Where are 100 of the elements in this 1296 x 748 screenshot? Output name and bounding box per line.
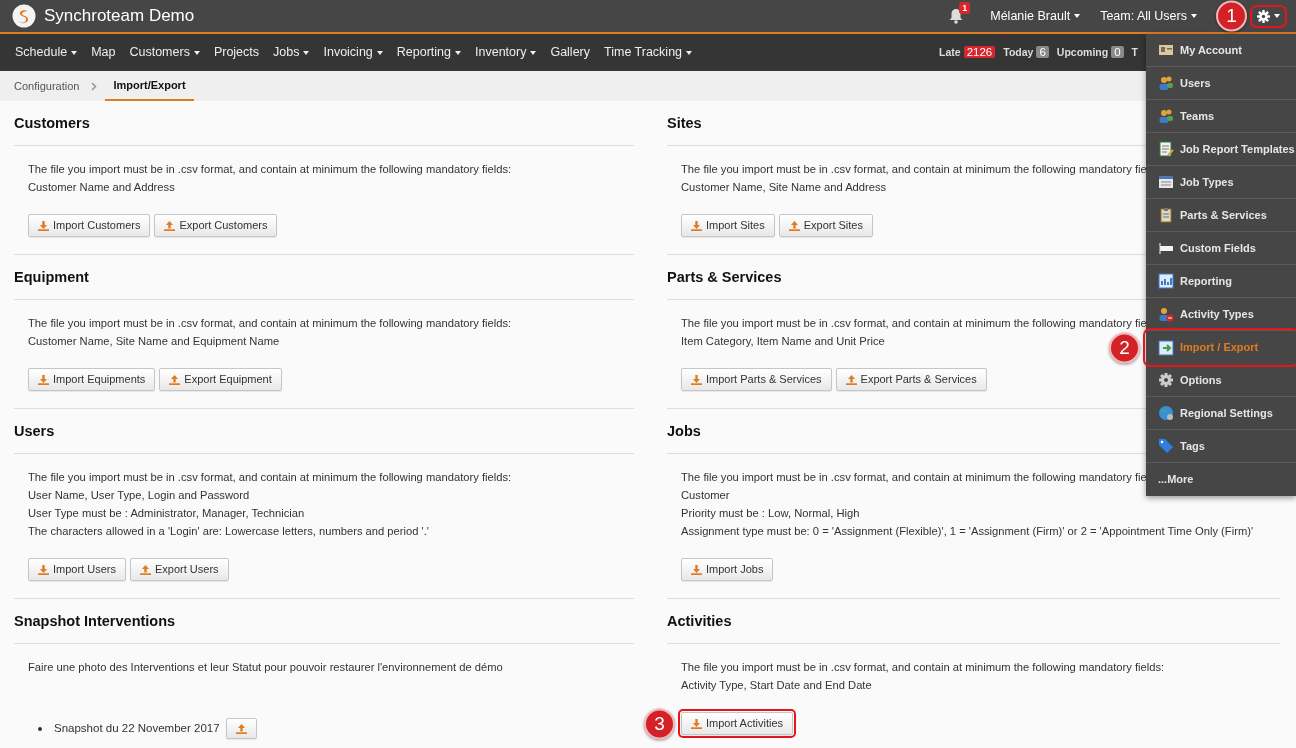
- settings-icon: [1158, 372, 1174, 388]
- instruction-text: The file you import must be in .csv format, and contain at minimum the following mandatory fie: [681, 316, 1147, 331]
- counter-label[interactable]: T: [1131, 44, 1138, 61]
- user-menu[interactable]: Mélanie Brault: [990, 6, 1081, 26]
- upload-icon: [235, 723, 247, 734]
- download-icon: [38, 220, 49, 231]
- count-badge: 6: [1036, 45, 1049, 58]
- nav-link[interactable]: Projects: [206, 43, 267, 62]
- globe-icon: [1158, 405, 1174, 421]
- section-title: Equipment: [14, 255, 634, 300]
- import-button[interactable]: Import Equipments: [28, 368, 156, 391]
- menu-item[interactable]: Custom Fields: [1146, 232, 1296, 265]
- import-button[interactable]: Import Activities: [681, 712, 794, 735]
- menu-item[interactable]: My Account: [1146, 34, 1296, 67]
- upload-icon: [169, 374, 181, 385]
- settings-icon: [1257, 9, 1270, 23]
- nav-link[interactable]: Reporting: [389, 43, 468, 62]
- instruction-text: The file you import must be in .csv format, and contain at minimum the following mandatory fields:: [681, 660, 1165, 675]
- nav-link[interactable]: Time Tracking: [597, 43, 700, 62]
- menu-item[interactable]: Tags: [1146, 430, 1296, 463]
- instruction-text: User Name, User Type, Login and Password: [28, 488, 250, 503]
- instruction-text: Activity Type, Start Date and End Date: [681, 678, 872, 693]
- import-button[interactable]: Import Parts & Services: [681, 368, 832, 391]
- instruction-text: The file you import must be in .csv format, and contain at minimum the following mandatory fields:: [28, 162, 512, 177]
- export-button[interactable]: Export Equipment: [159, 368, 282, 391]
- nav-link[interactable]: Schedule: [8, 43, 85, 62]
- counter-link[interactable]: Late 2126: [939, 43, 996, 62]
- logo-icon: [12, 4, 36, 28]
- app-title: Synchroteam Demo: [44, 5, 195, 28]
- instruction-text: The file you import must be in .csv format, and contain at minimum the following mandatory fie: [681, 470, 1147, 485]
- menu-item[interactable]: Users: [1146, 67, 1296, 100]
- menu-item[interactable]: Job Report Templates: [1146, 133, 1296, 166]
- menu-item[interactable]: ...More: [1146, 463, 1296, 496]
- notification-count: 1: [959, 2, 971, 14]
- counter-link[interactable]: Today 6: [1003, 43, 1049, 62]
- restore-button[interactable]: [225, 718, 257, 739]
- breadcrumb-link[interactable]: Configuration: [14, 71, 88, 101]
- snapshot-label: Snapshot du 22 November 2017: [54, 720, 220, 736]
- instruction-text: Customer Name, Site Name and Equipment Name: [28, 334, 280, 349]
- types-icon: [1158, 174, 1174, 190]
- export-button[interactable]: Export Customers: [154, 214, 278, 237]
- menu-item[interactable]: Teams: [1146, 100, 1296, 133]
- template-icon: [1158, 141, 1174, 157]
- nav-link[interactable]: Map: [84, 43, 123, 62]
- instruction-text: Customer Name and Address: [28, 180, 175, 195]
- field-icon: [1158, 240, 1174, 256]
- instruction-text: Item Category, Item Name and Unit Price: [681, 334, 885, 349]
- import-button[interactable]: Import Jobs: [681, 558, 774, 581]
- count-badge: 0: [1111, 45, 1124, 58]
- menu-item[interactable]: Reporting: [1146, 265, 1296, 298]
- import-icon: [1158, 339, 1174, 356]
- section-title: Snapshot Interventions: [14, 599, 634, 644]
- instruction-text: Customer: [681, 488, 730, 503]
- import-button[interactable]: Import Sites: [681, 214, 775, 237]
- instruction-text: Faire une photo des Interventions et leur Statut pour pouvoir restaurer l'environnement de démo: [28, 660, 503, 675]
- instruction-text: The characters allowed in a 'Login' are: Lowercase letters, numbers and period '.': [28, 524, 429, 539]
- upload-icon: [788, 220, 800, 231]
- instruction-text: Customer Name, Site Name and Address: [681, 180, 887, 195]
- upload-icon: [164, 220, 176, 231]
- import-button[interactable]: Import Users: [28, 558, 126, 581]
- nav-link[interactable]: Inventory: [468, 43, 544, 62]
- export-button[interactable]: Export Users: [129, 558, 229, 581]
- download-icon: [38, 564, 49, 575]
- export-button[interactable]: Export Sites: [778, 214, 873, 237]
- chevron-icon: [91, 81, 98, 91]
- download-icon: [38, 374, 49, 385]
- instruction-text: User Type must be : Administrator, Manager, Technician: [28, 506, 305, 521]
- instruction-text: The file you import must be in .csv format, and contain at minimum the following mandatory fie: [681, 162, 1147, 177]
- users-icon: [1158, 108, 1174, 124]
- export-button[interactable]: Export Parts & Services: [835, 368, 987, 391]
- team-menu[interactable]: Team: All Users: [1100, 6, 1197, 26]
- section-title: Customers: [14, 101, 634, 146]
- menu-item[interactable]: Options: [1146, 364, 1296, 397]
- instruction-text: The file you import must be in .csv format, and contain at minimum the following mandatory fields:: [28, 316, 512, 331]
- chart-icon: [1158, 273, 1174, 289]
- users-icon: [1158, 75, 1174, 91]
- settings-button[interactable]: [1253, 7, 1284, 25]
- section-title: Users: [14, 409, 634, 454]
- download-icon: [691, 374, 702, 385]
- nav-link[interactable]: Jobs: [266, 43, 317, 62]
- nav-link[interactable]: Customers: [122, 43, 207, 62]
- menu-item[interactable]: Job Types: [1146, 166, 1296, 199]
- instruction-text: Priority must be : Low, Normal, High: [681, 506, 860, 521]
- instruction-text: The file you import must be in .csv format, and contain at minimum the following mandatory fields:: [28, 470, 512, 485]
- breadcrumb-link[interactable]: Import/Export: [105, 71, 194, 101]
- section-title: Activities: [667, 599, 1280, 644]
- menu-item[interactable]: Parts & Services: [1146, 199, 1296, 232]
- upload-icon: [845, 374, 857, 385]
- bullet-icon: [38, 726, 42, 731]
- upload-icon: [139, 564, 151, 575]
- nav-link[interactable]: Gallery: [543, 43, 597, 62]
- menu-item[interactable]: Regional Settings: [1146, 397, 1296, 430]
- activity-icon: [1158, 306, 1174, 322]
- nav-link[interactable]: Invoicing: [316, 43, 390, 62]
- download-icon: [691, 564, 702, 575]
- instruction-text: Assignment type must be: 0 = 'Assignment (Flexible)', 1 = 'Assignment (Firm)' or 2 = 'Appointment Time Only (Firm)': [681, 524, 1254, 539]
- import-button[interactable]: Import Customers: [28, 214, 151, 237]
- download-icon: [691, 718, 702, 729]
- counter-link[interactable]: Upcoming 0: [1056, 43, 1124, 62]
- menu-item[interactable]: Activity Types: [1146, 298, 1296, 331]
